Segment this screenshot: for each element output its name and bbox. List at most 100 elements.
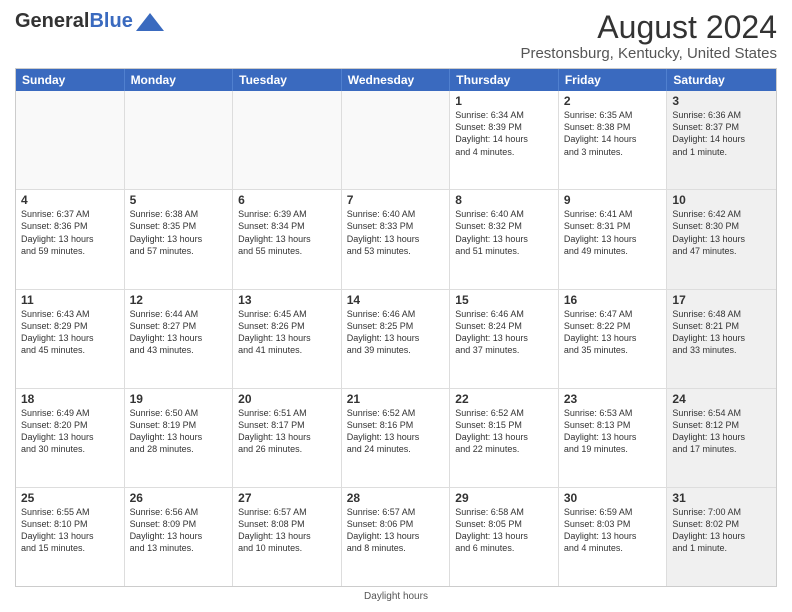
calendar-row: 1Sunrise: 6:34 AM Sunset: 8:39 PM Daylig… [16, 91, 776, 190]
cell-info: Sunrise: 6:58 AM Sunset: 8:05 PM Dayligh… [455, 506, 553, 555]
day-number: 21 [347, 392, 445, 406]
calendar-cell: 19Sunrise: 6:50 AM Sunset: 8:19 PM Dayli… [125, 389, 234, 487]
calendar-cell: 1Sunrise: 6:34 AM Sunset: 8:39 PM Daylig… [450, 91, 559, 189]
logo-text: GeneralBlue [15, 10, 133, 32]
cell-info: Sunrise: 6:42 AM Sunset: 8:30 PM Dayligh… [672, 208, 771, 257]
cell-info: Sunrise: 6:59 AM Sunset: 8:03 PM Dayligh… [564, 506, 662, 555]
cell-info: Sunrise: 6:57 AM Sunset: 8:08 PM Dayligh… [238, 506, 336, 555]
day-number: 25 [21, 491, 119, 505]
calendar-cell [233, 91, 342, 189]
day-number: 30 [564, 491, 662, 505]
day-number: 19 [130, 392, 228, 406]
day-number: 31 [672, 491, 771, 505]
calendar-cell [125, 91, 234, 189]
calendar-row: 25Sunrise: 6:55 AM Sunset: 8:10 PM Dayli… [16, 488, 776, 586]
cell-info: Sunrise: 6:44 AM Sunset: 8:27 PM Dayligh… [130, 308, 228, 357]
calendar-cell: 5Sunrise: 6:38 AM Sunset: 8:35 PM Daylig… [125, 190, 234, 288]
cell-info: Sunrise: 6:55 AM Sunset: 8:10 PM Dayligh… [21, 506, 119, 555]
calendar-cell: 26Sunrise: 6:56 AM Sunset: 8:09 PM Dayli… [125, 488, 234, 586]
calendar-cell: 30Sunrise: 6:59 AM Sunset: 8:03 PM Dayli… [559, 488, 668, 586]
calendar-cell: 23Sunrise: 6:53 AM Sunset: 8:13 PM Dayli… [559, 389, 668, 487]
calendar-cell: 18Sunrise: 6:49 AM Sunset: 8:20 PM Dayli… [16, 389, 125, 487]
cell-info: Sunrise: 6:57 AM Sunset: 8:06 PM Dayligh… [347, 506, 445, 555]
calendar-cell: 28Sunrise: 6:57 AM Sunset: 8:06 PM Dayli… [342, 488, 451, 586]
cell-info: Sunrise: 6:47 AM Sunset: 8:22 PM Dayligh… [564, 308, 662, 357]
subtitle: Prestonsburg, Kentucky, United States [520, 45, 777, 62]
calendar-cell: 24Sunrise: 6:54 AM Sunset: 8:12 PM Dayli… [667, 389, 776, 487]
calendar-cell: 7Sunrise: 6:40 AM Sunset: 8:33 PM Daylig… [342, 190, 451, 288]
day-number: 5 [130, 193, 228, 207]
calendar: SundayMondayTuesdayWednesdayThursdayFrid… [15, 68, 777, 587]
logo: GeneralBlue [15, 10, 164, 32]
calendar-cell [16, 91, 125, 189]
day-number: 27 [238, 491, 336, 505]
day-number: 17 [672, 293, 771, 307]
day-number: 12 [130, 293, 228, 307]
main-title: August 2024 [520, 10, 777, 45]
calendar-cell [342, 91, 451, 189]
cell-info: Sunrise: 6:50 AM Sunset: 8:19 PM Dayligh… [130, 407, 228, 456]
calendar-header: SundayMondayTuesdayWednesdayThursdayFrid… [16, 69, 776, 91]
cell-info: Sunrise: 6:34 AM Sunset: 8:39 PM Dayligh… [455, 109, 553, 158]
cell-info: Sunrise: 6:40 AM Sunset: 8:33 PM Dayligh… [347, 208, 445, 257]
calendar-cell: 14Sunrise: 6:46 AM Sunset: 8:25 PM Dayli… [342, 290, 451, 388]
day-number: 23 [564, 392, 662, 406]
cell-info: Sunrise: 6:49 AM Sunset: 8:20 PM Dayligh… [21, 407, 119, 456]
cell-info: Sunrise: 7:00 AM Sunset: 8:02 PM Dayligh… [672, 506, 771, 555]
cell-info: Sunrise: 6:35 AM Sunset: 8:38 PM Dayligh… [564, 109, 662, 158]
calendar-cell: 13Sunrise: 6:45 AM Sunset: 8:26 PM Dayli… [233, 290, 342, 388]
footer-note: Daylight hours [15, 591, 777, 602]
cell-info: Sunrise: 6:54 AM Sunset: 8:12 PM Dayligh… [672, 407, 771, 456]
calendar-cell: 29Sunrise: 6:58 AM Sunset: 8:05 PM Dayli… [450, 488, 559, 586]
day-number: 26 [130, 491, 228, 505]
title-block: August 2024 Prestonsburg, Kentucky, Unit… [520, 10, 777, 62]
calendar-row: 4Sunrise: 6:37 AM Sunset: 8:36 PM Daylig… [16, 190, 776, 289]
logo-blue: Blue [89, 10, 132, 32]
day-number: 11 [21, 293, 119, 307]
calendar-cell: 12Sunrise: 6:44 AM Sunset: 8:27 PM Dayli… [125, 290, 234, 388]
day-number: 1 [455, 94, 553, 108]
day-number: 9 [564, 193, 662, 207]
day-number: 6 [238, 193, 336, 207]
cal-header-day: Monday [125, 69, 234, 91]
calendar-cell: 16Sunrise: 6:47 AM Sunset: 8:22 PM Dayli… [559, 290, 668, 388]
calendar-cell: 4Sunrise: 6:37 AM Sunset: 8:36 PM Daylig… [16, 190, 125, 288]
calendar-cell: 10Sunrise: 6:42 AM Sunset: 8:30 PM Dayli… [667, 190, 776, 288]
cal-header-day: Sunday [16, 69, 125, 91]
cell-info: Sunrise: 6:46 AM Sunset: 8:25 PM Dayligh… [347, 308, 445, 357]
cal-header-day: Tuesday [233, 69, 342, 91]
cell-info: Sunrise: 6:53 AM Sunset: 8:13 PM Dayligh… [564, 407, 662, 456]
header: GeneralBlue August 2024 Prestonsburg, Ke… [15, 10, 777, 62]
day-number: 14 [347, 293, 445, 307]
calendar-cell: 2Sunrise: 6:35 AM Sunset: 8:38 PM Daylig… [559, 91, 668, 189]
cal-header-day: Saturday [667, 69, 776, 91]
cell-info: Sunrise: 6:46 AM Sunset: 8:24 PM Dayligh… [455, 308, 553, 357]
day-number: 16 [564, 293, 662, 307]
page: GeneralBlue August 2024 Prestonsburg, Ke… [0, 0, 792, 612]
calendar-cell: 17Sunrise: 6:48 AM Sunset: 8:21 PM Dayli… [667, 290, 776, 388]
calendar-cell: 27Sunrise: 6:57 AM Sunset: 8:08 PM Dayli… [233, 488, 342, 586]
calendar-cell: 9Sunrise: 6:41 AM Sunset: 8:31 PM Daylig… [559, 190, 668, 288]
cal-header-day: Friday [559, 69, 668, 91]
calendar-cell: 8Sunrise: 6:40 AM Sunset: 8:32 PM Daylig… [450, 190, 559, 288]
cell-info: Sunrise: 6:48 AM Sunset: 8:21 PM Dayligh… [672, 308, 771, 357]
cell-info: Sunrise: 6:51 AM Sunset: 8:17 PM Dayligh… [238, 407, 336, 456]
cell-info: Sunrise: 6:41 AM Sunset: 8:31 PM Dayligh… [564, 208, 662, 257]
calendar-cell: 20Sunrise: 6:51 AM Sunset: 8:17 PM Dayli… [233, 389, 342, 487]
day-number: 7 [347, 193, 445, 207]
cell-info: Sunrise: 6:36 AM Sunset: 8:37 PM Dayligh… [672, 109, 771, 158]
cell-info: Sunrise: 6:37 AM Sunset: 8:36 PM Dayligh… [21, 208, 119, 257]
cal-header-day: Wednesday [342, 69, 451, 91]
day-number: 24 [672, 392, 771, 406]
calendar-cell: 22Sunrise: 6:52 AM Sunset: 8:15 PM Dayli… [450, 389, 559, 487]
calendar-cell: 25Sunrise: 6:55 AM Sunset: 8:10 PM Dayli… [16, 488, 125, 586]
day-number: 3 [672, 94, 771, 108]
calendar-cell: 11Sunrise: 6:43 AM Sunset: 8:29 PM Dayli… [16, 290, 125, 388]
day-number: 18 [21, 392, 119, 406]
cell-info: Sunrise: 6:45 AM Sunset: 8:26 PM Dayligh… [238, 308, 336, 357]
day-number: 28 [347, 491, 445, 505]
calendar-cell: 21Sunrise: 6:52 AM Sunset: 8:16 PM Dayli… [342, 389, 451, 487]
day-number: 10 [672, 193, 771, 207]
calendar-body: 1Sunrise: 6:34 AM Sunset: 8:39 PM Daylig… [16, 91, 776, 586]
cell-info: Sunrise: 6:40 AM Sunset: 8:32 PM Dayligh… [455, 208, 553, 257]
